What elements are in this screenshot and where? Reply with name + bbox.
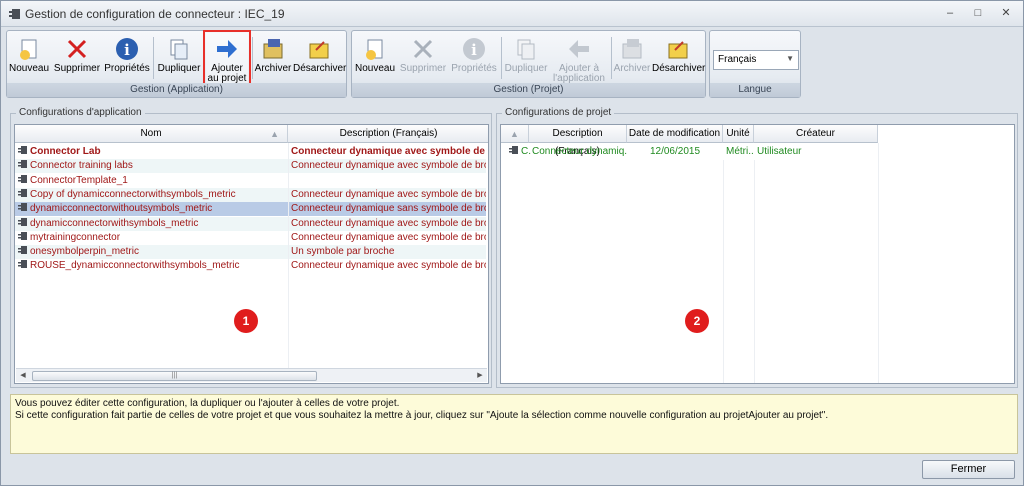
- connector-icon: [18, 146, 27, 154]
- table-row[interactable]: mytrainingconnector Connecteur dynamique …: [15, 231, 486, 245]
- col-header-creator[interactable]: Créateur: [754, 125, 878, 143]
- ribbon-group-language: Français ▼ Langue: [709, 30, 801, 98]
- info-line: Si cette configuration fait partie de ce…: [15, 410, 829, 421]
- connector-config-window: Gestion de configuration de connecteur :…: [0, 0, 1024, 486]
- ribbon: Nouveau Supprimer i Propriétés Dupliquer…: [6, 30, 1020, 98]
- ribbon-group-application: Nouveau Supprimer i Propriétés Dupliquer…: [6, 30, 347, 98]
- project-new-button[interactable]: Nouveau: [354, 33, 396, 85]
- archive-icon: [622, 39, 642, 59]
- table-row[interactable]: Connector training labs Connecteur dynami…: [15, 159, 486, 174]
- table-row[interactable]: ROUSE_dynamicconnectorwithsymbols_metric…: [15, 259, 486, 273]
- archive-icon: [263, 39, 283, 59]
- maximize-button[interactable]: □: [969, 5, 987, 21]
- project-archive-button[interactable]: Archiver: [613, 33, 651, 85]
- col-header-unit[interactable]: Unité: [723, 125, 754, 143]
- sort-ascending-icon: ▲: [510, 129, 519, 139]
- table-row[interactable]: dynamicconnectorwithsymbols_metric Connec…: [15, 216, 486, 231]
- duplicate-icon: [517, 39, 535, 60]
- project-properties-button[interactable]: i Propriétés: [450, 33, 498, 85]
- app-archive-button[interactable]: Archiver: [254, 33, 292, 85]
- duplicate-icon: [170, 39, 188, 60]
- info-icon: i: [463, 38, 485, 60]
- app-unarchive-button[interactable]: Désarchiver: [293, 33, 346, 85]
- table-row[interactable]: Connector Lab Connecteur dynamique avec s…: [15, 145, 486, 159]
- scroll-right-icon[interactable]: ▶: [474, 370, 486, 382]
- info-message-box: Vous pouvez éditer cette configuration, …: [10, 394, 1018, 454]
- panel-title: Configurations d'application: [16, 107, 145, 118]
- window-title: Gestion de configuration de connecteur :…: [25, 7, 285, 21]
- connector-icon: [18, 260, 27, 269]
- table-row[interactable]: C. Connecteur dynamiq... 12/06/2015 Métr…: [501, 145, 878, 159]
- app-new-button[interactable]: Nouveau: [9, 33, 49, 85]
- connector-icon: [18, 174, 27, 183]
- col-header-modified-date[interactable]: Date de modification: [627, 125, 723, 143]
- connector-icon: [18, 231, 27, 240]
- minimize-button[interactable]: –: [941, 5, 959, 21]
- info-icon: i: [116, 38, 138, 60]
- column-divider: [723, 160, 724, 383]
- connector-icon: [18, 160, 27, 169]
- close-window-button[interactable]: ✕: [997, 5, 1015, 21]
- new-doc-icon: [366, 39, 383, 60]
- unarchive-icon: [309, 41, 329, 59]
- connector-icon: [509, 146, 518, 154]
- info-line: Vous pouvez éditer cette configuration, …: [15, 398, 400, 409]
- panel-title: Configurations de projet: [502, 107, 615, 118]
- arrow-right-icon: [217, 40, 237, 58]
- connector-icon: [9, 9, 20, 19]
- app-configs-panel: Configurations d'application Nom ▲ Descr…: [10, 107, 492, 388]
- annotation-badge: 1: [234, 309, 258, 333]
- project-configs-grid: ▲ Description (Français) Date de modific…: [500, 124, 1015, 384]
- ribbon-group-project: Nouveau Supprimer i Propriétés Dupliquer…: [351, 30, 706, 98]
- scrollbar-thumb[interactable]: |||: [32, 371, 317, 381]
- app-delete-button[interactable]: Supprimer: [52, 33, 102, 85]
- annotation-badge: 2: [685, 309, 709, 333]
- table-row[interactable]: onesymbolperpin_metric Un symbole par bro…: [15, 245, 486, 260]
- connector-icon: [18, 188, 27, 197]
- table-row[interactable]: dynamicconnectorwithoutsymbols_metric Con…: [15, 202, 486, 217]
- sort-ascending-icon: ▲: [270, 129, 279, 139]
- chevron-down-icon: ▼: [786, 54, 794, 63]
- table-row[interactable]: Copy of dynamicconnectorwithsymbols_metr…: [15, 187, 486, 202]
- project-configs-panel: Configurations de projet ▲ Description (…: [496, 107, 1018, 388]
- app-configs-grid: Nom ▲ Description (Français) Connector L…: [14, 124, 489, 384]
- svg-text:i: i: [124, 41, 130, 59]
- col-header-description[interactable]: Description (Français): [288, 125, 488, 143]
- connector-icon: [18, 203, 27, 212]
- app-properties-button[interactable]: i Propriétés: [104, 33, 150, 85]
- col-header-sort[interactable]: ▲: [501, 125, 529, 143]
- close-button[interactable]: Fermer: [922, 460, 1015, 479]
- horizontal-scrollbar[interactable]: ◀ ||| ▶: [16, 368, 487, 382]
- app-duplicate-button[interactable]: Dupliquer: [156, 33, 202, 85]
- unarchive-icon: [668, 41, 688, 59]
- project-duplicate-button[interactable]: Dupliquer: [503, 33, 549, 85]
- ribbon-group-label: Gestion (Application): [7, 83, 346, 97]
- title-bar: Gestion de configuration de connecteur :…: [1, 1, 1023, 27]
- column-divider: [878, 143, 879, 383]
- arrow-left-icon: [569, 40, 589, 58]
- delete-x-icon: [413, 39, 433, 59]
- col-header-name[interactable]: Nom ▲: [15, 125, 288, 143]
- language-select[interactable]: Français ▼: [713, 50, 799, 70]
- new-doc-icon: [20, 39, 37, 60]
- connector-icon: [18, 246, 27, 255]
- ribbon-group-label: Langue: [710, 83, 800, 97]
- svg-text:i: i: [471, 41, 477, 59]
- column-divider: [754, 160, 755, 383]
- table-row[interactable]: ConnectorTemplate_1: [15, 174, 486, 188]
- delete-x-icon: [67, 39, 87, 59]
- col-header-description[interactable]: Description (Français): [529, 125, 627, 157]
- ribbon-group-label: Gestion (Projet): [352, 83, 705, 97]
- project-unarchive-button[interactable]: Désarchiver: [652, 33, 705, 85]
- project-delete-button[interactable]: Supprimer: [398, 33, 448, 85]
- project-add-to-application-button[interactable]: Ajouter à l'application: [551, 33, 607, 85]
- column-divider: [288, 143, 289, 368]
- app-add-to-project-button[interactable]: Ajouter au projet: [203, 30, 251, 88]
- connector-icon: [18, 217, 27, 226]
- scroll-left-icon[interactable]: ◀: [17, 370, 29, 382]
